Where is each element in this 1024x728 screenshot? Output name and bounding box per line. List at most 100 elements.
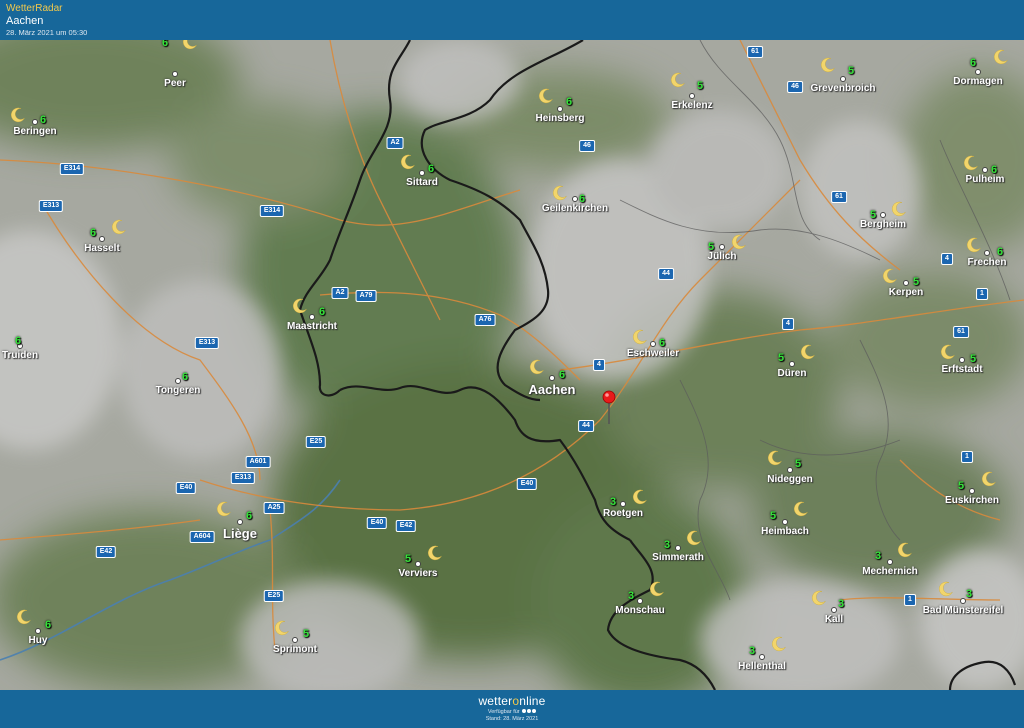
moon-icon [529,359,545,375]
city-label[interactable]: Frechen [968,257,1007,268]
city-label[interactable]: Maastricht [287,321,337,332]
city-label[interactable]: Nideggen [767,474,813,485]
city-label[interactable]: Sittard [406,177,438,188]
road-number-shield: A2 [331,287,349,299]
city-label[interactable]: Monschau [615,605,664,616]
road-number-shield: E25 [305,436,327,448]
city-label[interactable]: Kerpen [889,287,923,298]
city-label[interactable]: Verviers [399,568,438,579]
moon-icon [216,501,232,517]
road-number-shield: A79 [355,290,377,302]
road-number-shield: E40 [175,482,197,494]
city-label[interactable]: Aachen [529,382,576,397]
city-dot [419,170,425,176]
city-temperature: 3 [874,550,882,562]
city-dot [557,106,563,112]
moon-icon [820,57,836,73]
road-number-shield: E314 [59,163,85,175]
city-dot [32,119,38,125]
road-number-shield: 4 [782,318,794,330]
road-number-shield: 1 [904,594,916,606]
city-label[interactable]: Düren [778,368,807,379]
moon-icon [811,590,827,606]
city-temperature: 5 [912,276,920,288]
moon-icon [10,107,26,123]
city-temperature: 6 [318,306,326,318]
city-label[interactable]: Eschweiler [627,348,679,359]
moon-icon [632,329,648,345]
city-temperature: 6 [245,510,253,522]
city-label[interactable]: Hellenthal [738,661,786,672]
city-label[interactable]: Bad Münstereifel [923,605,1004,616]
road-number-shield: E40 [366,517,388,529]
city-temperature: 6 [39,114,47,126]
road-number-shield: 61 [747,46,763,58]
moon-icon [427,545,443,561]
city-temperature: 6 [558,369,566,381]
road-number-shield: 46 [787,81,803,93]
city-label[interactable]: Roetgen [603,508,643,519]
brand-logo[interactable]: wetteronline [0,694,1024,708]
city-temperature: 6 [658,337,666,349]
city-dot [887,559,893,565]
moon-icon [731,234,747,250]
city-dot [840,76,846,82]
city-label[interactable]: Erkelenz [671,100,712,111]
city-temperature: 6 [161,40,169,49]
city-label[interactable]: Pulheim [966,174,1005,185]
road-number-shield: 1 [976,288,988,300]
city-label[interactable]: Mechernich [862,566,918,577]
city-label[interactable]: Heinsberg [536,113,585,124]
road-number-shield: A601 [245,456,271,468]
city-dot [237,519,243,525]
moon-icon [632,489,648,505]
city-label[interactable]: Liège [223,526,257,541]
platform-dots-icon [521,708,537,716]
timestamp: 28. März 2021 um 05:30 [6,28,88,37]
city-temperature: 5 [302,628,310,640]
road-number-shield: 46 [579,140,595,152]
location-title: Aachen [6,15,44,27]
location-pin-icon[interactable] [602,390,616,424]
moon-icon [882,268,898,284]
moon-icon [771,636,787,652]
city-dot [759,654,765,660]
city-label[interactable]: Heimbach [761,526,809,537]
city-dot [903,280,909,286]
city-temperature: 3 [748,645,756,657]
road-number-shield: E42 [395,520,417,532]
city-temperature: 5 [869,209,877,221]
radar-map[interactable]: Peer 6 Beringen 6 Hasselt 6 Truiden 6 Tongeren 6 M… [0,40,1024,690]
city-label[interactable]: Dormagen [953,76,1002,87]
moon-icon [274,620,290,636]
city-temperature: 5 [847,65,855,77]
city-label[interactable]: Euskirchen [945,495,999,506]
city-label[interactable]: Grevenbroich [810,83,875,94]
road-number-shield: 44 [658,268,674,280]
city-temperature: 5 [707,241,715,253]
city-label[interactable]: Kall [825,614,843,625]
city-label[interactable]: Truiden [2,350,38,361]
city-label[interactable]: Simmerath [652,552,704,563]
city-label[interactable]: Erftstadt [941,364,982,375]
city-label[interactable]: Sprimont [273,644,317,655]
city-label[interactable]: Bergheim [860,219,906,230]
city-dot [969,488,975,494]
city-dot [175,378,181,384]
moon-icon [940,344,956,360]
moon-icon [767,450,783,466]
city-temperature: 3 [663,539,671,551]
brand-suffix: nline [519,694,546,708]
city-dot [650,341,656,347]
city-label[interactable]: Huy [29,635,48,646]
road-number-shield: A76 [474,314,496,326]
city-temperature: 6 [89,227,97,239]
city-dot [880,212,886,218]
city-label[interactable]: Geilenkirchen [542,203,608,214]
city-label[interactable]: Hasselt [84,243,120,254]
city-label[interactable]: Peer [164,78,186,89]
city-label[interactable]: Beringen [13,126,56,137]
moon-icon [938,581,954,597]
city-label[interactable]: Tongeren [156,385,201,396]
city-dot [292,637,298,643]
